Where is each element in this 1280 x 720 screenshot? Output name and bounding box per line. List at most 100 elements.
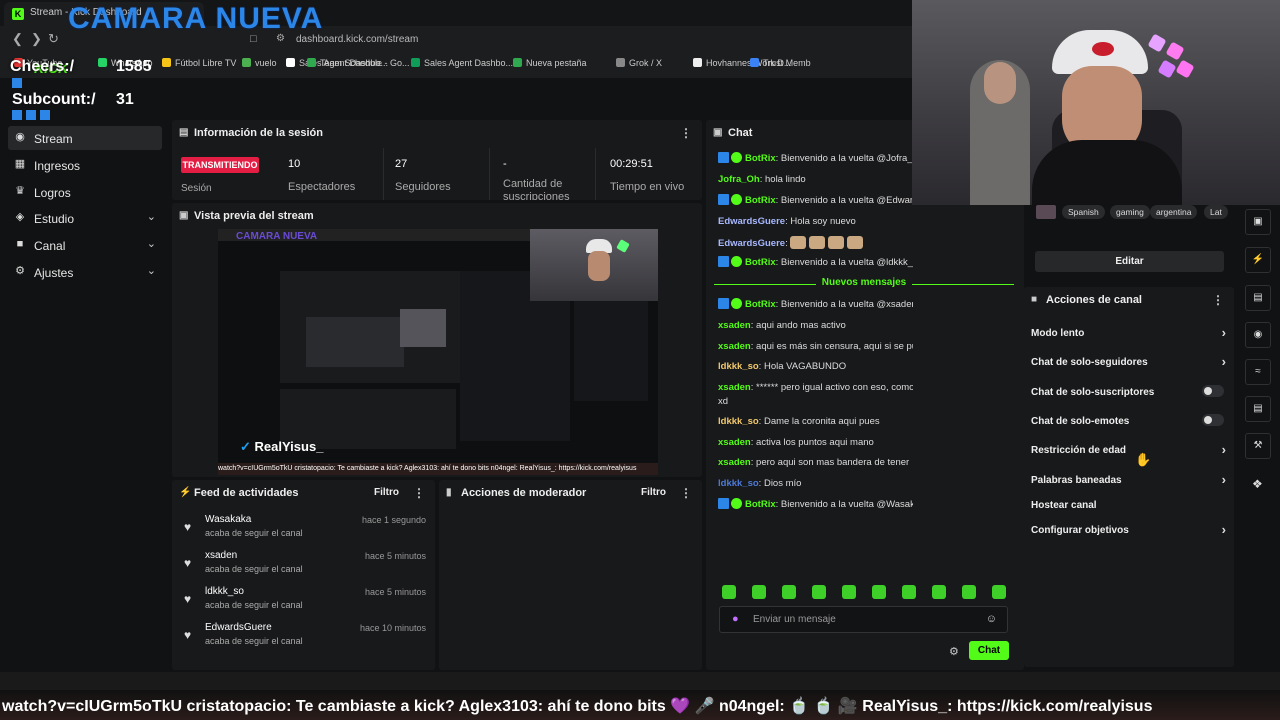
- camera-icon[interactable]: ▣: [1245, 209, 1271, 235]
- chat-username[interactable]: BotRix: [745, 257, 776, 268]
- toggle-switch[interactable]: [1202, 385, 1224, 397]
- chat-message: BotRix: Bienvenido a la vuelta @EdwardsG…: [718, 194, 913, 207]
- emote-icon[interactable]: [812, 585, 826, 599]
- overlay-square: [12, 78, 22, 88]
- channel-action-item[interactable]: Restricción de edad ›: [1031, 442, 1226, 457]
- bookmark-favicon-icon: [242, 58, 251, 67]
- sidebar-item-canal[interactable]: ■ Canal ⌄: [8, 233, 162, 257]
- kick-favicon-icon: K: [12, 8, 24, 20]
- forward-icon[interactable]: ❯: [31, 31, 42, 47]
- stream-preview-video[interactable]: CAMARA NUEVA ✓ RealYisus_ watch?v=cIUGrm…: [218, 229, 658, 475]
- reload-icon[interactable]: ↻: [48, 31, 59, 47]
- chat-text: Bienvenido a la vuelta @ldkkk_so: [780, 257, 913, 268]
- feed-timestamp: hace 1 segundo: [361, 515, 426, 525]
- bookmark-item[interactable]: Fútbol Libre TV: [162, 58, 236, 68]
- more-options-icon[interactable]: ⋮: [680, 486, 692, 500]
- broadcast-icon[interactable]: ≈: [1245, 359, 1271, 385]
- bookmark-item[interactable]: Grok / X: [616, 58, 662, 68]
- chat-username[interactable]: EdwardsGuere: [718, 238, 785, 249]
- chat-username[interactable]: BotRix: [745, 195, 776, 206]
- channel-action-item[interactable]: Chat de solo-emotes: [1031, 414, 1226, 427]
- chat-username[interactable]: xsaden: [718, 341, 751, 352]
- emote-icon[interactable]: [782, 585, 796, 599]
- sidebar-item-logros[interactable]: ♛ Logros: [8, 180, 162, 204]
- channel-tag: Lat: [1204, 205, 1228, 219]
- chat-text: Hola soy nuevo: [790, 216, 856, 227]
- emote-icon[interactable]: [752, 585, 766, 599]
- mod-filter-button[interactable]: Filtro: [641, 487, 666, 498]
- more-options-icon[interactable]: ⋮: [1212, 293, 1224, 307]
- chat-message: ldkkk_so: Hola VAGABUNDO: [718, 360, 913, 373]
- wrench-icon[interactable]: ⚒: [1245, 433, 1271, 459]
- layout-icon[interactable]: ▤: [1245, 396, 1271, 422]
- document-icon[interactable]: ▤: [1245, 285, 1271, 311]
- emote-icon[interactable]: [932, 585, 946, 599]
- emote-icon[interactable]: [842, 585, 856, 599]
- chat-username[interactable]: xsaden: [718, 382, 751, 393]
- overlay-title: CAMARA NUEVA: [68, 2, 324, 35]
- more-options-icon[interactable]: ⋮: [413, 486, 425, 500]
- emote-bar: [720, 585, 1010, 601]
- emote-icon[interactable]: [992, 585, 1006, 599]
- chat-settings-icon[interactable]: ⚙: [949, 645, 959, 658]
- channel-action-label: Hostear canal: [1031, 500, 1097, 511]
- chat-username[interactable]: BotRix: [745, 299, 776, 310]
- lightning-icon[interactable]: ⚡: [1245, 247, 1271, 273]
- sidebar-item-stream[interactable]: ◉ Stream: [8, 126, 162, 150]
- chat-username[interactable]: BotRix: [745, 499, 776, 510]
- back-icon[interactable]: ❮: [12, 31, 23, 47]
- chat-message: xsaden: ****** pero igual activo con eso…: [718, 381, 913, 394]
- channel-action-item[interactable]: Chat de solo-seguidores ›: [1031, 354, 1226, 369]
- toggle-switch[interactable]: [1202, 414, 1224, 426]
- channel-action-item[interactable]: Hostear canal: [1031, 500, 1226, 511]
- verified-badge-icon: [731, 256, 742, 267]
- chat-username[interactable]: xsaden: [718, 320, 751, 331]
- chat-text: Hola VAGABUNDO: [763, 361, 847, 372]
- chat-username[interactable]: ldkkk_so: [718, 478, 759, 489]
- sidebar-item-ingresos[interactable]: ▦ Ingresos: [8, 153, 162, 177]
- bookmark-item[interactable]: Nueva pestaña: [513, 58, 587, 68]
- chat-username[interactable]: xsaden: [718, 437, 751, 448]
- feed-action: acaba de seguir el canal: [205, 564, 303, 574]
- channel-action-item[interactable]: Configurar objetivos ›: [1031, 522, 1226, 537]
- sidebar-item-estudio[interactable]: ◈ Estudio ⌄: [8, 206, 162, 230]
- channel-action-item[interactable]: Chat de solo-suscriptores: [1031, 385, 1226, 398]
- edit-button[interactable]: Editar: [1035, 251, 1224, 272]
- chat-input[interactable]: ● Enviar un mensaje ☺: [719, 606, 1008, 633]
- trophy-icon: ♛: [15, 185, 25, 197]
- more-options-icon[interactable]: ⋮: [680, 126, 692, 140]
- channel-action-item[interactable]: Palabras baneadas ›: [1031, 472, 1226, 487]
- chat-username[interactable]: Jofra_Oh: [718, 174, 760, 185]
- chat-username[interactable]: ldkkk_so: [718, 361, 759, 372]
- preview-nested-webcam: [400, 309, 446, 347]
- apps-icon[interactable]: ❖: [1252, 477, 1263, 491]
- channel-tag: gaming: [1110, 205, 1150, 219]
- emote-icon[interactable]: [872, 585, 886, 599]
- chat-bubble-icon[interactable]: ◉: [1245, 322, 1271, 348]
- neon-hex-icon: [616, 239, 630, 253]
- emote-icon: [790, 236, 807, 249]
- emoji-icon[interactable]: ☺: [986, 613, 997, 625]
- mic-icon[interactable]: ●: [732, 613, 739, 625]
- channel-action-item[interactable]: Modo lento ›: [1031, 325, 1226, 340]
- emote-icon[interactable]: [902, 585, 916, 599]
- stat-label: Seguidores: [395, 181, 451, 193]
- bookmark-label: Trust Memb: [763, 58, 811, 68]
- emote-icon[interactable]: [962, 585, 976, 599]
- url-bar[interactable]: ⚙ dashboard.kick.com/stream: [264, 30, 904, 50]
- bookmark-item[interactable]: vuelo: [242, 58, 277, 68]
- bookmark-item[interactable]: Team Schedule - Go...: [307, 58, 410, 68]
- chat-username[interactable]: xsaden: [718, 457, 751, 468]
- chat-username[interactable]: BotRix: [745, 153, 776, 164]
- sidebar-item-label: Stream: [34, 132, 73, 146]
- emote-icon[interactable]: [722, 585, 736, 599]
- bookmark-item[interactable]: Trust Memb: [750, 58, 811, 68]
- neon-hex-icon: [1175, 59, 1195, 79]
- chat-username[interactable]: ldkkk_so: [718, 416, 759, 427]
- sidebar-item-ajustes[interactable]: ⚙ Ajustes ⌄: [8, 260, 162, 284]
- feed-filter-button[interactable]: Filtro: [374, 487, 399, 498]
- bookmark-item[interactable]: Sales Agent Dashbo...: [411, 58, 513, 68]
- sidebar-item-label: Ajustes: [34, 266, 74, 280]
- chat-username[interactable]: EdwardsGuere: [718, 216, 785, 227]
- chat-send-button[interactable]: Chat: [969, 641, 1009, 660]
